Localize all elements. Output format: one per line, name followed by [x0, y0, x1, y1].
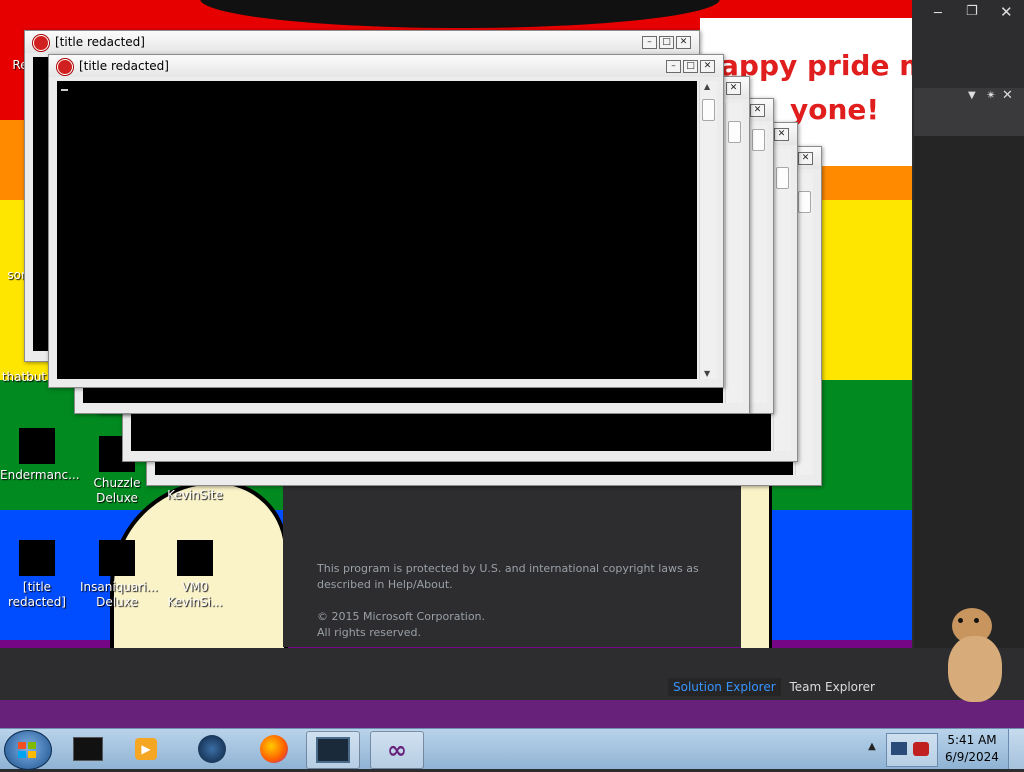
taskbar-visual-studio[interactable]: ∞ — [370, 731, 424, 769]
corp-line-2: All rights reserved. — [317, 626, 422, 639]
vs-tool-panel-header: ▼ ✴ ✕ — [914, 88, 1024, 136]
tab-team-explorer[interactable]: Team Explorer — [785, 678, 881, 696]
clock-date: 6/9/2024 — [945, 750, 999, 764]
vs-panel-body — [914, 136, 1024, 648]
window-controls: – □ ✕ — [642, 36, 691, 49]
show-desktop-button[interactable] — [1008, 729, 1024, 769]
window-controls: – □ ✕ — [666, 60, 715, 73]
desktop-icon-endermanch[interactable]: Endermanc... — [0, 428, 80, 483]
window-controls: ✕ — [750, 104, 765, 117]
desktop-icon-thatbut[interactable]: thatbut — [0, 370, 48, 385]
desktop-icon-insaniquarium[interactable]: Insaniquari... Deluxe — [80, 540, 158, 610]
desktop-icon-kevinsite[interactable]: KevinSite — [158, 488, 232, 503]
pin-icon[interactable]: ✴ — [986, 88, 996, 102]
window-controls: ✕ — [726, 82, 741, 95]
vs-splash-panel: This program is protected by U.S. and in… — [283, 485, 741, 647]
taskbar-console-window[interactable] — [306, 731, 360, 769]
close-icon[interactable]: ✕ — [700, 60, 715, 73]
desktop-icon-vm0-kevinsite[interactable]: VM0 KevinSi... — [158, 540, 232, 610]
console-output[interactable] — [57, 81, 697, 379]
panel-close-icon[interactable]: ✕ — [1002, 88, 1013, 103]
app-icon — [57, 59, 73, 75]
copyright-line-2: described in Help/About. — [317, 578, 453, 591]
title-bar[interactable]: [title redacted] – □ ✕ — [49, 55, 723, 77]
scrollbar[interactable] — [749, 125, 767, 403]
taskbar: ▶ ∞ ▲ 5:41 AM 6/9/2024 — [0, 728, 1024, 772]
vm-icon — [177, 540, 213, 576]
window-title: [title redacted] — [55, 35, 145, 49]
minimize-icon[interactable]: – — [642, 36, 657, 49]
taskbar-firefox[interactable] — [248, 731, 300, 767]
restore-icon[interactable]: ❐ — [966, 4, 978, 19]
minimize-icon[interactable]: – — [666, 60, 681, 73]
vs-explorer-tabs: Solution Explorer Team Explorer — [668, 678, 918, 698]
app-icon — [19, 540, 55, 576]
scrollbar[interactable] — [773, 149, 791, 451]
console-icon — [73, 737, 103, 761]
copyright-line-1: This program is protected by U.S. and in… — [317, 562, 699, 575]
visual-studio-icon: ∞ — [387, 736, 407, 764]
window-icon — [316, 737, 350, 763]
close-icon[interactable]: ✕ — [726, 82, 741, 95]
hamster-image — [944, 608, 1004, 704]
tray-area[interactable] — [886, 733, 938, 767]
taskbar-app[interactable] — [186, 731, 238, 767]
corp-line-1: © 2015 Microsoft Corporation. — [317, 610, 486, 623]
close-icon[interactable]: ✕ — [750, 104, 765, 117]
scroll-up-arrow-icon[interactable]: ▲ — [704, 82, 710, 91]
taskbar-console-app[interactable] — [62, 731, 114, 767]
close-icon[interactable]: ✕ — [798, 152, 813, 165]
insaniquarium-icon — [99, 540, 135, 576]
start-button[interactable] — [4, 730, 52, 770]
minimize-icon[interactable]: ─ — [934, 6, 942, 21]
volume-icon[interactable] — [913, 742, 929, 756]
show-hidden-icons-icon[interactable]: ▲ — [864, 741, 880, 757]
console-window-front[interactable]: [title redacted] – □ ✕ ▲ ▼ — [48, 54, 724, 388]
maximize-icon[interactable]: □ — [659, 36, 674, 49]
clock[interactable]: 5:41 AM 6/9/2024 — [940, 729, 1004, 772]
close-icon[interactable]: ✕ — [1000, 3, 1013, 21]
taskbar-media-player[interactable]: ▶ — [120, 731, 172, 767]
close-icon[interactable]: ✕ — [676, 36, 691, 49]
wallpaper-cream-shape-right — [741, 480, 772, 648]
title-bar[interactable]: [title redacted] – □ ✕ — [25, 31, 699, 53]
firefox-icon — [260, 735, 288, 763]
text-cursor — [61, 89, 68, 91]
media-player-icon: ▶ — [135, 738, 157, 760]
window-controls: ✕ — [798, 152, 813, 165]
vs-status-bar — [0, 700, 1024, 728]
maximize-icon[interactable]: □ — [683, 60, 698, 73]
scroll-thumb[interactable] — [702, 99, 715, 121]
app-icon — [33, 35, 49, 51]
network-icon[interactable] — [891, 742, 907, 755]
chevron-down-icon[interactable]: ▼ — [968, 90, 976, 101]
scroll-down-arrow-icon[interactable]: ▼ — [704, 369, 710, 378]
close-icon[interactable]: ✕ — [774, 128, 789, 141]
scrollbar[interactable]: ▲ ▼ — [699, 81, 717, 379]
scrollbar[interactable] — [725, 103, 743, 403]
tab-solution-explorer[interactable]: Solution Explorer — [668, 678, 781, 696]
window-title: [title redacted] — [79, 59, 169, 73]
endermanch-icon — [19, 428, 55, 464]
app-globe-icon — [198, 735, 226, 763]
desktop-icon-console-app[interactable]: [title redacted] — [0, 540, 74, 610]
clock-time: 5:41 AM — [947, 733, 997, 747]
